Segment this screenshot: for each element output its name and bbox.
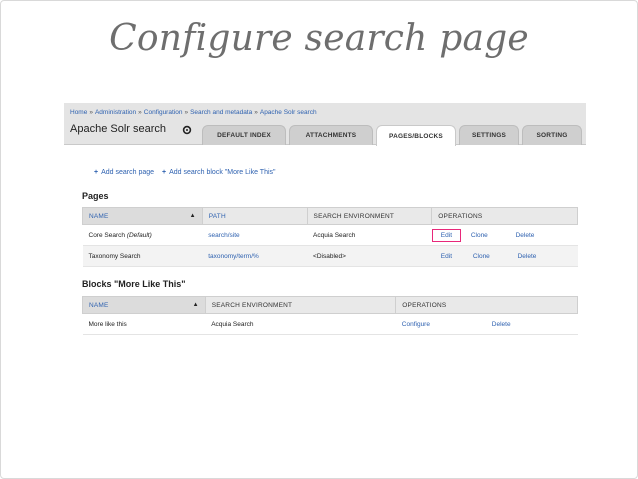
page-default-flag: (Default) — [126, 231, 152, 239]
screenshot-panel: Home» Administration» Configuration» Search… — [64, 103, 586, 350]
column-name-header[interactable]: NAME ▲ — [82, 207, 203, 225]
tab-settings[interactable]: SETTINGS — [459, 125, 519, 145]
delete-link[interactable]: Delete — [492, 321, 511, 328]
sort-ascending-icon: ▲ — [189, 212, 196, 219]
pages-heading: Pages — [82, 191, 109, 201]
breadcrumb-apache-solr[interactable]: Apache Solr search — [260, 109, 317, 116]
pages-table: NAME ▲ PATH SEARCH ENVIRONMENT OPERATIONS… — [82, 207, 578, 267]
table-row: Core Search (Default) search/site Acquia… — [82, 224, 578, 246]
breadcrumb-home[interactable]: Home — [70, 109, 87, 116]
add-search-page-label: Add search page — [101, 169, 155, 176]
clone-link[interactable]: Clone — [471, 232, 488, 239]
block-environment-cell: Acquia Search — [205, 313, 396, 335]
page-operations-cell: Edit Clone Delete — [431, 245, 578, 267]
page-operations-cell: Edit Clone Delete — [431, 224, 578, 246]
add-search-block-label: Add search block "More Like This" — [169, 169, 276, 176]
add-search-page-link[interactable]: + Add search page — [94, 169, 154, 176]
column-environment-header: SEARCH ENVIRONMENT — [204, 296, 397, 314]
column-path-label: PATH — [208, 212, 226, 220]
tab-default-index[interactable]: DEFAULT INDEX — [202, 125, 286, 145]
sort-ascending-icon: ▲ — [192, 301, 199, 308]
column-environment-header: SEARCH ENVIRONMENT — [306, 207, 433, 225]
blocks-table: NAME ▲ SEARCH ENVIRONMENT OPERATIONS More… — [82, 296, 578, 335]
add-search-block-link[interactable]: + Add search block "More Like This" — [162, 169, 275, 176]
delete-link[interactable]: Delete — [518, 253, 537, 260]
breadcrumb-separator: » — [138, 109, 142, 116]
page-path-link[interactable]: search/site — [208, 232, 239, 239]
edit-link[interactable]: Edit — [431, 228, 461, 242]
blocks-heading: Blocks "More Like This" — [82, 279, 186, 289]
page-title: Apache Solr search — [70, 123, 166, 135]
column-path-header[interactable]: PATH — [201, 207, 308, 225]
action-links: + Add search page + Add search block "More… — [94, 169, 276, 176]
breadcrumb-separator: » — [254, 109, 258, 116]
tab-sorting[interactable]: SORTING — [522, 125, 582, 145]
breadcrumb-separator: » — [184, 109, 189, 116]
tab-pages-blocks[interactable]: PAGES/BLOCKS — [376, 125, 456, 146]
breadcrumb-separator: » — [89, 109, 93, 116]
page-name-cell: Taxonomy Search — [82, 245, 203, 267]
page-environment-cell: Acquia Search — [307, 224, 432, 246]
clone-link[interactable]: Clone — [473, 253, 490, 260]
plus-icon: + — [162, 169, 167, 176]
tab-attachments[interactable]: ATTACHMENTS — [289, 125, 373, 145]
column-operations-header: OPERATIONS — [395, 296, 578, 314]
table-header-row: NAME ▲ SEARCH ENVIRONMENT OPERATIONS — [82, 296, 578, 314]
breadcrumb: Home» Administration» Configuration» Search… — [70, 109, 317, 116]
page-name: Core Search — [88, 231, 126, 239]
page-path-link[interactable]: taxonomy/term/% — [208, 253, 259, 260]
breadcrumb-search-metadata[interactable]: Search and metadata — [190, 109, 252, 116]
page-environment-cell: <Disabled> — [307, 245, 432, 267]
table-row: Taxonomy Search taxonomy/term/% <Disable… — [82, 245, 578, 267]
page-name-cell: Core Search (Default) — [82, 224, 203, 246]
column-operations-header: OPERATIONS — [431, 207, 578, 225]
plus-icon: + — [94, 169, 99, 176]
breadcrumb-administration[interactable]: Administration — [95, 109, 136, 116]
gear-icon[interactable] — [182, 125, 192, 135]
page-path-cell: taxonomy/term/% — [202, 245, 308, 267]
tab-bar: DEFAULT INDEX ATTACHMENTS PAGES/BLOCKS S… — [202, 125, 582, 146]
breadcrumb-configuration[interactable]: Configuration — [144, 109, 183, 116]
column-name-header[interactable]: NAME ▲ — [82, 296, 206, 314]
block-name-cell: More like this — [82, 313, 206, 335]
slide-title: Configure search page — [109, 18, 529, 59]
edit-link[interactable]: Edit — [441, 253, 452, 260]
block-operations-cell: Configure Delete — [395, 313, 578, 335]
table-row: More like this Acquia Search Configure D… — [82, 313, 578, 335]
configure-link[interactable]: Configure — [402, 321, 430, 328]
column-name-label: NAME — [89, 301, 109, 309]
column-name-label: NAME — [89, 212, 109, 220]
table-header-row: NAME ▲ PATH SEARCH ENVIRONMENT OPERATIONS — [82, 207, 578, 225]
delete-link[interactable]: Delete — [516, 232, 535, 239]
admin-header: Home» Administration» Configuration» Search… — [64, 103, 586, 146]
page-path-cell: search/site — [202, 224, 308, 246]
